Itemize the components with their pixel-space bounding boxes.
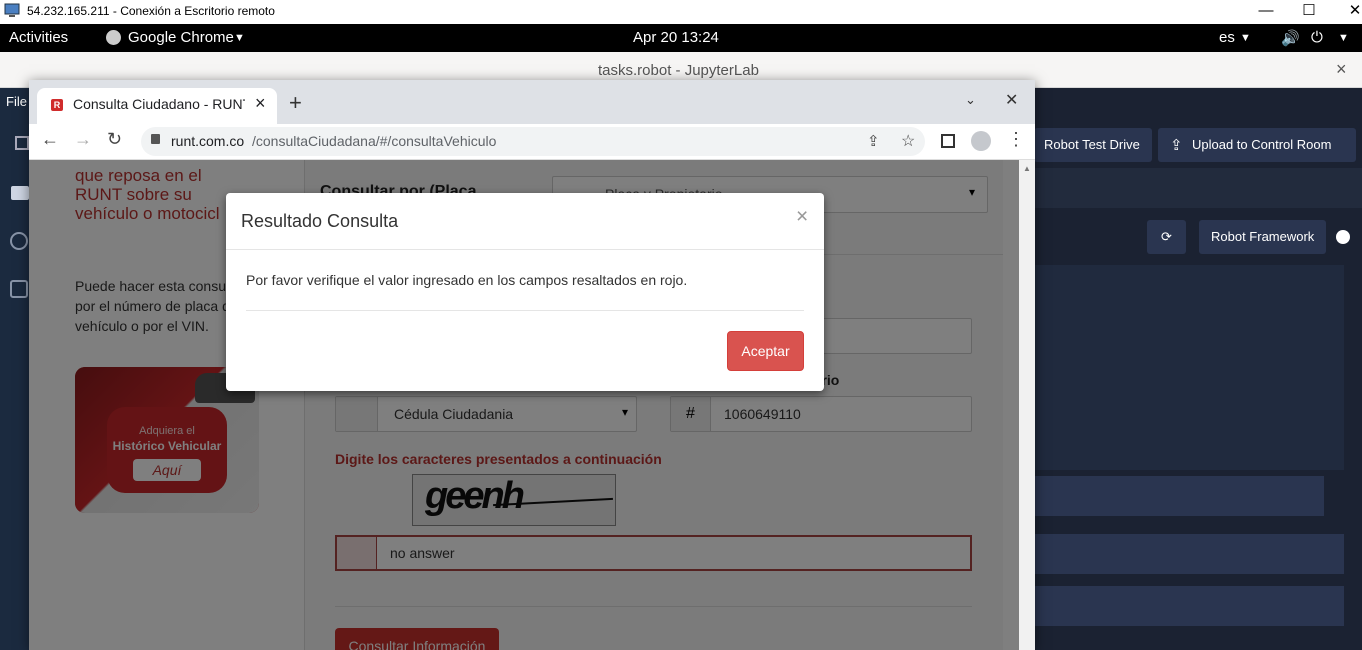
folder-icon[interactable] — [11, 186, 29, 200]
commands-icon[interactable] — [10, 280, 28, 298]
jupyter-cell[interactable] — [1034, 265, 1344, 470]
power-icon[interactable]: ⏻ — [1311, 29, 1323, 46]
maximize-button[interactable]: ☐ — [1286, 0, 1332, 24]
jupyter-tab-bar — [1034, 168, 1362, 208]
scrollbar[interactable]: ▲ — [1019, 160, 1035, 650]
lock-icon — [151, 134, 160, 144]
upload-icon: ⇪ — [1170, 137, 1183, 154]
remote-desktop-titlebar: 54.232.165.211 - Conexión a Escritorio r… — [0, 0, 1362, 24]
jupyterlab-window-title: tasks.robot - JupyterLab — [598, 62, 759, 79]
running-icon[interactable] — [10, 232, 28, 250]
side-panel-icon[interactable] — [941, 134, 955, 148]
more-menu-icon[interactable]: ⋮ — [1007, 129, 1025, 150]
url-path: /consultaCiudadana/#/consultaVehiculo — [252, 133, 497, 149]
clock[interactable]: Apr 20 13:24 — [633, 29, 719, 46]
modal-message: Por favor verifique el valor ingresado e… — [246, 272, 688, 288]
scroll-up-icon[interactable]: ▲ — [1023, 164, 1031, 173]
url-host: runt.com.co — [171, 133, 245, 149]
volume-icon[interactable]: 🔊 — [1281, 29, 1300, 47]
grid-icon[interactable] — [15, 136, 29, 150]
jupyter-toolbar: Robot Test Drive Upload to Control Room … — [1034, 126, 1362, 168]
chrome-close-icon[interactable]: ✕ — [1005, 90, 1018, 110]
window-title: 54.232.165.211 - Conexión a Escritorio r… — [27, 4, 275, 18]
chevron-down-icon: ▼ — [234, 32, 245, 44]
chrome-icon — [106, 30, 121, 45]
activities-button[interactable]: Activities — [9, 29, 68, 46]
modal-close-icon[interactable]: × — [796, 205, 808, 229]
language-indicator[interactable]: es — [1219, 29, 1235, 46]
modal-divider — [226, 249, 824, 250]
minimize-button[interactable]: — — [1243, 0, 1289, 24]
back-icon[interactable]: ← — [41, 129, 59, 150]
jupyter-cell[interactable] — [1034, 534, 1344, 574]
chevron-down-icon: ▼ — [1338, 32, 1349, 44]
tab-close-icon[interactable]: × — [255, 93, 266, 114]
jupyter-cell[interactable] — [1034, 586, 1344, 626]
tab-search-icon[interactable]: ⌄ — [965, 92, 976, 108]
forward-icon[interactable]: → — [74, 129, 92, 150]
tab-strip: R Consulta Ciudadano - RUNT × + ⌄ ✕ — [29, 80, 1035, 124]
share-icon[interactable]: ⇪ — [867, 132, 880, 150]
address-bar[interactable]: runt.com.co /consultaCiudadana/#/consult… — [141, 127, 925, 156]
jupyter-cell[interactable] — [1034, 476, 1324, 516]
kernel-name[interactable]: Robot Framework — [1199, 220, 1327, 254]
gnome-top-bar: Activities Google Chrome ▼ Apr 20 13:24 … — [0, 24, 1362, 52]
refresh-icon[interactable]: ⟳ — [1147, 220, 1186, 254]
close-button[interactable]: ✕ — [1332, 0, 1362, 24]
profile-icon[interactable] — [971, 131, 991, 151]
modal-divider — [246, 310, 804, 311]
chrome-window: R Consulta Ciudadano - RUNT × + ⌄ ✕ ← → … — [29, 80, 1035, 650]
star-icon[interactable]: ☆ — [901, 131, 915, 151]
menu-file[interactable]: File — [6, 94, 27, 109]
tab-runt[interactable]: R Consulta Ciudadano - RUNT × — [37, 88, 277, 124]
remote-desktop-icon — [4, 3, 20, 17]
robot-test-drive-button[interactable]: Robot Test Drive — [1034, 128, 1152, 162]
accept-button[interactable]: Aceptar — [727, 331, 804, 371]
result-modal: Resultado Consulta × Por favor verifique… — [226, 193, 824, 391]
upload-label: Upload to Control Room — [1192, 137, 1332, 152]
new-tab-button[interactable]: + — [289, 90, 302, 116]
app-menu[interactable]: Google Chrome — [128, 29, 234, 46]
modal-title: Resultado Consulta — [241, 211, 399, 231]
upload-button[interactable]: Upload to Control Room — [1158, 128, 1356, 162]
chevron-down-icon: ▼ — [1240, 32, 1251, 44]
tab-title: Consulta Ciudadano - RUNT — [73, 96, 245, 112]
close-icon[interactable]: × — [1336, 59, 1347, 80]
reload-icon[interactable]: ↻ — [107, 129, 122, 150]
chrome-toolbar: ← → ↻ runt.com.co /consultaCiudadana/#/c… — [29, 124, 1035, 160]
kernel-status-icon — [1336, 230, 1350, 244]
runt-favicon: R — [51, 99, 63, 111]
